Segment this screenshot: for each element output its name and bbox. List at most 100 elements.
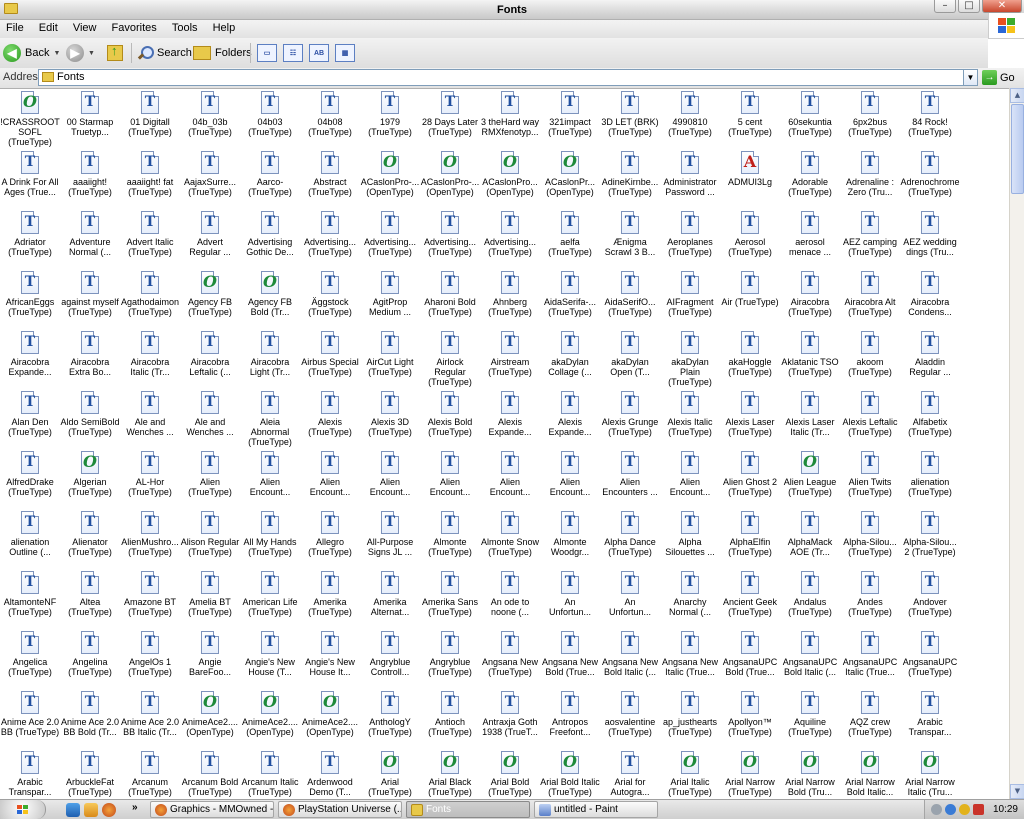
font-file-item[interactable]: O ACaslonPro... (OpenType)	[480, 149, 540, 209]
forward-dropdown-icon[interactable]: ▼	[88, 50, 95, 57]
font-file-item[interactable]: T3 theHard way RMXfenotyp...	[480, 89, 540, 149]
font-file-item[interactable]: T Alpha Dance (TrueType)	[600, 509, 660, 569]
font-file-item[interactable]: T Amelia BT (TrueType)	[180, 569, 240, 629]
font-file-item[interactable]: TakaDylan Plain (TrueType)	[660, 329, 720, 389]
font-file-item[interactable]: O Arial Bold (TrueType)	[480, 749, 540, 799]
font-file-item[interactable]: T 4990810 (TrueType)	[660, 89, 720, 149]
font-file-item[interactable]: T Alfabetix (TrueType)	[900, 389, 960, 449]
font-file-item[interactable]: A ADMUI3Lg	[720, 149, 780, 209]
font-file-item[interactable]: T AajaxSurre... (TrueType)	[180, 149, 240, 209]
font-file-item[interactable]: O AnimeAce2.... (OpenType)	[240, 689, 300, 749]
font-file-item[interactable]: T Ale and Wenches ...	[120, 389, 180, 449]
font-file-item[interactable]: T AdineKirnbe... (TrueType)	[600, 149, 660, 209]
font-file-item[interactable]: T Angryblue Controll...	[360, 629, 420, 689]
font-file-item[interactable]: O !CRASSROOT SOFL (TrueType)	[0, 89, 60, 149]
font-file-item[interactable]: T Alpha Silouettes ...	[660, 509, 720, 569]
font-file-item[interactable]: T Ardenwood Demo (T...	[300, 749, 360, 799]
font-file-item[interactable]: T Alexis Laser (TrueType)	[720, 389, 780, 449]
font-file-item[interactable]: T Angryblue (TrueType)	[420, 629, 480, 689]
font-file-item[interactable]: T AnthologY (TrueType)	[360, 689, 420, 749]
fonts-folder-view[interactable]: O !CRASSROOT SOFL (TrueType) T 00 Starmap T…	[0, 88, 1009, 799]
font-file-item[interactable]: T AEZ wedding dings (Tru...	[900, 209, 960, 269]
minimize-button[interactable]: –	[934, 0, 956, 13]
font-file-item[interactable]: T Anime Ace 2.0 BB Italic (Tr...	[120, 689, 180, 749]
menu-view[interactable]: View	[67, 20, 103, 34]
tray-messenger-icon[interactable]	[959, 804, 970, 815]
font-file-item[interactable]: T Alpha-Silou... 2 (TrueType)	[900, 509, 960, 569]
font-file-item[interactable]: Taaaiight! fat (TrueType)	[120, 149, 180, 209]
font-file-item[interactable]: T Alien Encounters ...	[600, 449, 660, 509]
font-file-item[interactable]: T Adorable (TrueType)	[780, 149, 840, 209]
font-file-item[interactable]: T Andover (TrueType)	[900, 569, 960, 629]
font-file-item[interactable]: T Amerika (TrueType)	[300, 569, 360, 629]
font-file-item[interactable]: Talienation Outline (...	[0, 509, 60, 569]
font-file-item[interactable]: T 04b03 (TrueType)	[240, 89, 300, 149]
font-file-item[interactable]: T Amazone BT (TrueType)	[120, 569, 180, 629]
menu-favorites[interactable]: Favorites	[106, 20, 163, 34]
address-dropdown-icon[interactable]: ▼	[963, 70, 977, 85]
font-file-item[interactable]: T Alexis Italic (TrueType)	[660, 389, 720, 449]
font-file-item[interactable]: T 04b08 (TrueType)	[300, 89, 360, 149]
font-file-item[interactable]: O Arial (TrueType)	[360, 749, 420, 799]
font-file-item[interactable]: O Algerian (TrueType)	[60, 449, 120, 509]
font-file-item[interactable]: T Arial for Autogra...	[600, 749, 660, 799]
font-file-item[interactable]: T Arabic Transpar...	[0, 749, 60, 799]
scroll-up-icon[interactable]: ▲	[1010, 88, 1024, 103]
font-file-item[interactable]: T Angsana New Bold Italic (...	[600, 629, 660, 689]
font-file-item[interactable]: T Alison Regular (TrueType)	[180, 509, 240, 569]
font-file-item[interactable]: T Advert Regular ...	[180, 209, 240, 269]
font-file-item[interactable]: O Arial Black (TrueType)	[420, 749, 480, 799]
font-file-item[interactable]: T AirCut Light (TrueType)	[360, 329, 420, 389]
font-file-item[interactable]: T Arcanum Italic (TrueType)	[240, 749, 300, 799]
menu-help[interactable]: Help	[207, 20, 242, 34]
font-file-item[interactable]: T Antioch (TrueType)	[420, 689, 480, 749]
font-file-item[interactable]: T Äggstock (TrueType)	[300, 269, 360, 329]
firefox-icon[interactable]	[102, 803, 116, 817]
font-file-item[interactable]: T Aharoni Bold (TrueType)	[420, 269, 480, 329]
font-file-item[interactable]: Talienation (TrueType)	[900, 449, 960, 509]
font-file-item[interactable]: T Adrenaline : Zero (Tru...	[840, 149, 900, 209]
font-file-item[interactable]: T Aarco- (TrueType)	[240, 149, 300, 209]
font-file-item[interactable]: O Arial Italic (TrueType)	[660, 749, 720, 799]
font-file-item[interactable]: TA Drink For All Ages (True...	[0, 149, 60, 209]
vertical-scrollbar[interactable]: ▲ ▼	[1009, 88, 1024, 799]
font-file-item[interactable]: O Arial Narrow Bold Italic...	[840, 749, 900, 799]
font-file-item[interactable]: T Angelica (TrueType)	[0, 629, 60, 689]
font-file-item[interactable]: T Alien Encount...	[420, 449, 480, 509]
font-file-item[interactable]: T Allegro (TrueType)	[300, 509, 360, 569]
menu-tools[interactable]: Tools	[166, 20, 204, 34]
font-file-item[interactable]: O Agency FB (TrueType)	[180, 269, 240, 329]
font-file-item[interactable]: Taelfa (TrueType)	[540, 209, 600, 269]
font-file-item[interactable]: T Advertising... (TrueType)	[420, 209, 480, 269]
menu-edit[interactable]: Edit	[33, 20, 64, 34]
font-file-item[interactable]: Takoom (TrueType)	[840, 329, 900, 389]
font-file-item[interactable]: T Airlock Regular (TrueType)	[420, 329, 480, 389]
font-file-item[interactable]: T Aladdin Regular ...	[900, 329, 960, 389]
forward-button[interactable]: ▶ ▼	[66, 42, 95, 64]
font-file-item[interactable]: T AidaSerifa-... (TrueType)	[540, 269, 600, 329]
font-file-item[interactable]: T AidaSerifO... (TrueType)	[600, 269, 660, 329]
font-file-item[interactable]: TakaHoggle (TrueType)	[720, 329, 780, 389]
quicklaunch-more-button[interactable]: »	[132, 802, 138, 813]
font-file-item[interactable]: Tap_justhearts (TrueType)	[660, 689, 720, 749]
large-icons-view-icon[interactable]: ▭	[257, 44, 277, 62]
font-file-item[interactable]: T Air (TrueType)	[720, 269, 780, 329]
font-file-item[interactable]: T Advertising... (TrueType)	[300, 209, 360, 269]
font-file-item[interactable]: T Airacobra Light (Tr...	[240, 329, 300, 389]
font-file-item[interactable]: T Almonte Woodgr...	[540, 509, 600, 569]
task-paint[interactable]: untitled - Paint	[534, 801, 658, 818]
font-file-item[interactable]: T Advertising... (TrueType)	[360, 209, 420, 269]
font-file-item[interactable]: T Alien Encount...	[660, 449, 720, 509]
font-file-item[interactable]: T AQZ crew (TrueType)	[840, 689, 900, 749]
font-file-item[interactable]: O AnimeAce2.... (OpenType)	[300, 689, 360, 749]
font-file-item[interactable]: O ACaslonPr... (OpenType)	[540, 149, 600, 209]
font-file-item[interactable]: T Advert Italic (TrueType)	[120, 209, 180, 269]
font-file-item[interactable]: T All My Hands (TrueType)	[240, 509, 300, 569]
font-file-item[interactable]: T Alexis Expande...	[480, 389, 540, 449]
font-file-item[interactable]: T5 cent (TrueType)	[720, 89, 780, 149]
taskbar-clock[interactable]: 10:29	[993, 804, 1018, 815]
font-file-item[interactable]: T AngsanaUPC Bold (True...	[720, 629, 780, 689]
font-file-item[interactable]: T Adriator (TrueType)	[0, 209, 60, 269]
font-file-item[interactable]: T Alien Ghost 2 (TrueType)	[720, 449, 780, 509]
font-file-item[interactable]: T Andes (TrueType)	[840, 569, 900, 629]
